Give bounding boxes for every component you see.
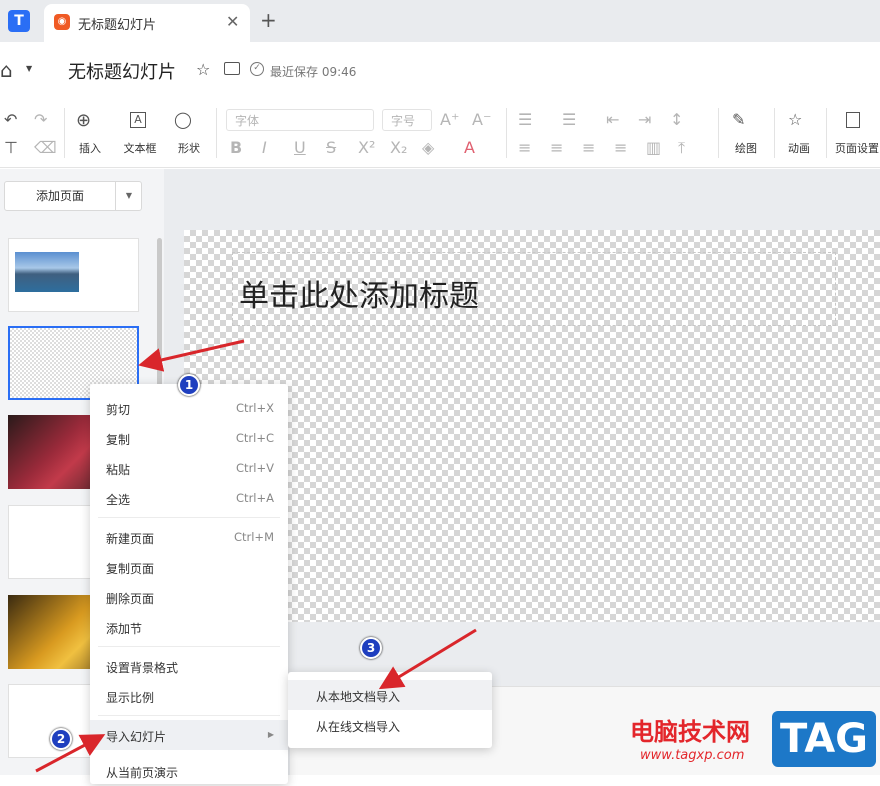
step-badge-1: 1: [178, 374, 200, 396]
watermark-tag-logo: TAG: [772, 711, 876, 767]
step-badge-2: 2: [50, 728, 72, 750]
arrow-3: [378, 628, 477, 690]
watermark-text: 电脑技术网: [630, 718, 750, 746]
arrow-1: [138, 339, 245, 372]
annotation-arrows: [35, 339, 477, 773]
step-badge-3: 3: [360, 637, 382, 659]
watermark-url: www.tagxp.com: [640, 748, 745, 763]
